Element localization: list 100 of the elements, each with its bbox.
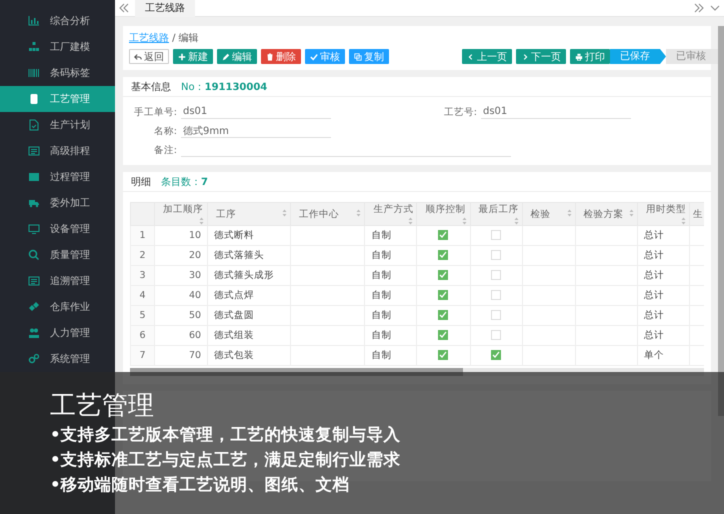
table-cell: 60	[154, 326, 208, 346]
breadcrumb-link[interactable]: 工艺线路	[129, 33, 169, 44]
column-header[interactable]: 生	[689, 202, 704, 226]
sidebar-item[interactable]: 委外加工	[0, 190, 115, 216]
status-step: 已审核	[666, 49, 718, 64]
toolbar-button[interactable]: 打印	[570, 49, 610, 64]
sort-icon	[199, 217, 204, 225]
column-header[interactable]: 检验方案	[575, 202, 638, 226]
plus-icon	[178, 52, 186, 60]
tab[interactable]: 工艺线路	[135, 0, 195, 16]
caption-title: 工艺管理	[50, 390, 155, 422]
sidebar-item[interactable]: 仓库作业	[0, 294, 115, 320]
toolbar-button[interactable]: 删除	[261, 49, 301, 64]
sidebar-item[interactable]: 系统管理	[0, 346, 115, 372]
input-field[interactable]: 德式9mm	[181, 124, 331, 138]
printer-icon	[575, 52, 583, 60]
sidebar-item[interactable]: 综合分析	[0, 8, 115, 34]
caption-bullet: •支持标准工艺与定点工艺，满足定制行业需求	[50, 449, 402, 471]
check-icon	[492, 351, 500, 360]
input-field[interactable]: ds01	[481, 105, 631, 119]
sidebar-item[interactable]: 过程管理	[0, 164, 115, 190]
table-cell: 总计	[637, 306, 690, 326]
table-cell: 2	[130, 246, 155, 266]
column-header[interactable]: 生产方式	[364, 202, 417, 226]
table-cell: 自制	[364, 286, 417, 306]
document-icon	[28, 93, 40, 105]
field-label: 名称:	[152, 124, 178, 138]
table-cell: 自制	[364, 266, 417, 286]
table-cell: 50	[154, 306, 208, 326]
sidebar-item[interactable]: 设备管理	[0, 216, 115, 242]
table-cell: 德式点焊	[208, 286, 291, 306]
monitor-icon	[28, 223, 40, 235]
file-icon	[28, 119, 40, 131]
column-header[interactable]: 用时类型	[637, 202, 690, 226]
checkbox[interactable]	[491, 350, 502, 360]
pencil-icon	[222, 52, 230, 60]
table-cell: 总计	[637, 226, 690, 246]
caption-bullet: •支持多工艺版本管理，工艺的快速复制与导入	[50, 424, 402, 446]
table-cell: 德式箍头成形	[208, 266, 291, 286]
checkbox[interactable]	[438, 230, 448, 240]
table-cell: 德式包装	[208, 346, 291, 366]
toolbar-button[interactable]: 返回	[129, 49, 169, 64]
field-label: 备注:	[152, 144, 178, 156]
sort-icon	[680, 217, 686, 225]
chevron-left-icon	[467, 52, 475, 60]
sidebar-item[interactable]: 条码标签	[0, 60, 115, 86]
sort-icon	[462, 217, 466, 225]
toolbar-button[interactable]: 上一页	[462, 49, 512, 64]
toolbar-button[interactable]: 编辑	[217, 49, 257, 64]
table-cell: 自制	[364, 326, 417, 346]
sidebar-item[interactable]: 追溯管理	[0, 268, 115, 294]
checkbox[interactable]	[438, 330, 448, 340]
column-header[interactable]: 顺序控制	[416, 202, 470, 226]
checkbox[interactable]	[438, 310, 448, 320]
sidebar-item[interactable]: 工厂建模	[0, 34, 115, 60]
table-cell: 德式组装	[208, 326, 291, 346]
table-cell: 总计	[637, 266, 690, 286]
checkbox[interactable]	[438, 290, 448, 300]
double-chevron-left-icon	[119, 3, 129, 13]
field-label: 手工单号:	[132, 106, 178, 118]
column-header[interactable]: 工作中心	[290, 202, 365, 226]
hierarchy-icon	[28, 41, 40, 53]
toolbar-button[interactable]: 复制	[349, 49, 389, 64]
chevron-right-icon	[521, 52, 529, 60]
people-icon	[28, 327, 40, 339]
input-field[interactable]: ds01	[181, 105, 331, 119]
truck-icon	[28, 197, 40, 209]
column-header[interactable]: 工序	[208, 202, 291, 226]
toolbar-button[interactable]: 下一页	[516, 49, 566, 64]
column-header[interactable]: 最后工序	[470, 202, 522, 226]
toolbar-button[interactable]: 审核	[305, 49, 345, 64]
column-header[interactable]: 加工顺序	[154, 202, 208, 226]
toolbar-button[interactable]: 新建	[173, 49, 213, 64]
sidebar-item[interactable]: 质量管理	[0, 242, 115, 268]
table-cell: 自制	[364, 226, 417, 246]
table-cell: 10	[154, 226, 208, 246]
column-header[interactable]: 检验	[522, 202, 576, 226]
checkbox[interactable]	[438, 270, 448, 280]
sidebar-item[interactable]: 工艺管理	[0, 86, 115, 112]
check-icon	[439, 331, 448, 340]
table-cell: 自制	[364, 246, 417, 266]
sort-icon	[356, 208, 362, 216]
table-cell: 40	[154, 286, 208, 306]
table-cell: 总计	[637, 246, 690, 266]
checkbox[interactable]	[438, 250, 448, 260]
sidebar-item[interactable]: 人力管理	[0, 320, 115, 346]
chevron-down-icon	[710, 3, 720, 13]
sidebar-item[interactable]: 生产计划	[0, 112, 115, 138]
caption-bullet: •移动端随时查看工艺说明、图纸、文档	[50, 474, 351, 496]
barcode-icon	[28, 67, 40, 79]
checkbox[interactable]	[438, 350, 448, 360]
table-cell: 70	[154, 346, 208, 366]
panel-icon	[28, 171, 40, 183]
double-chevron-right-icon	[694, 3, 704, 13]
table-cell: 4	[130, 286, 155, 306]
sort-icon	[408, 217, 414, 225]
table-cell: 总计	[637, 286, 690, 306]
sort-icon	[514, 217, 519, 225]
sidebar-item[interactable]: 高级排程	[0, 138, 115, 164]
table-cell: 30	[154, 266, 208, 286]
